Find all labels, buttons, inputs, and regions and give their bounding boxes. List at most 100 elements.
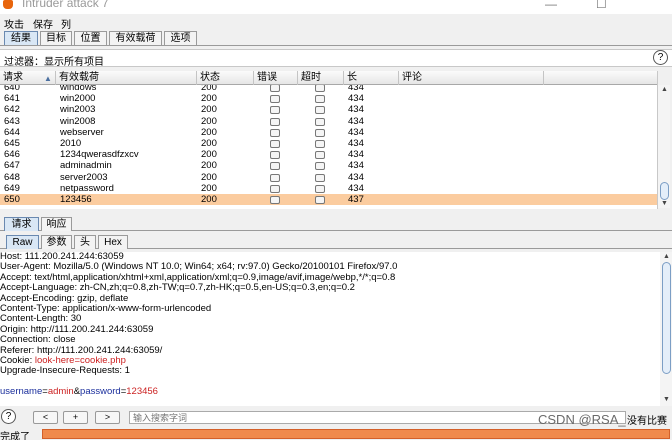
status-bar: 完成了 — [0, 428, 672, 440]
col-payload[interactable]: 有效载荷 — [56, 71, 197, 85]
timeout-checkbox — [315, 85, 325, 92]
table-row[interactable]: 643 win2008 200 434 — [0, 115, 657, 127]
tab-raw[interactable]: Raw — [6, 235, 39, 249]
cell-status: 200 — [201, 115, 217, 127]
scroll-down-icon[interactable]: ▼ — [661, 200, 668, 207]
minimize-button[interactable]: — — [545, 0, 557, 11]
tab-positions[interactable]: 位置 — [74, 31, 107, 45]
table-row[interactable]: 640 windows 200 434 — [0, 85, 657, 93]
table-row[interactable]: 648 server2003 200 434 — [0, 171, 657, 183]
cell-status: 200 — [201, 149, 217, 161]
error-checkbox — [270, 85, 280, 92]
error-checkbox — [270, 196, 280, 204]
tab-response[interactable]: 响应 — [41, 217, 72, 231]
timeout-checkbox — [315, 184, 325, 193]
table-row[interactable]: 646 1234qwerasdfzxcv 200 434 — [0, 149, 657, 161]
body-username-key: username — [0, 386, 43, 398]
tab-params[interactable]: 参数 — [41, 235, 72, 249]
tab-request[interactable]: 请求 — [4, 217, 39, 231]
timeout-checkbox — [315, 173, 325, 182]
cell-status: 200 — [201, 160, 217, 172]
tab-hex[interactable]: Hex — [98, 235, 128, 249]
cell-request-id: 649 — [4, 182, 20, 194]
table-row[interactable]: 642 win2003 200 434 — [0, 104, 657, 116]
table-row[interactable]: 647 adminadmin 200 434 — [0, 160, 657, 172]
results-tab-bar: 结果 目标 位置 有效载荷 选项 — [0, 30, 672, 46]
add-button[interactable]: + — [63, 411, 88, 424]
cookie-key: Cookie: — [0, 355, 35, 366]
tab-payloads[interactable]: 有效载荷 — [109, 31, 162, 45]
cell-length: 434 — [348, 104, 364, 116]
menu-columns[interactable]: 列 — [61, 16, 71, 31]
table-body: 640 windows 200 434 641 win2000 200 434 642 win20… — [0, 85, 657, 209]
cell-payload: windows — [60, 85, 97, 93]
cell-payload: 123456 — [60, 194, 92, 205]
filter-help-icon[interactable]: ? — [653, 50, 668, 65]
timeout-checkbox — [315, 128, 325, 137]
error-checkbox — [270, 184, 280, 193]
table-row[interactable]: 645 2010 200 434 — [0, 138, 657, 149]
status-text: 完成了 — [0, 432, 30, 440]
search-help-icon[interactable]: ? — [1, 409, 16, 424]
scroll-down-icon[interactable]: ▼ — [663, 396, 670, 403]
table-row[interactable]: 649 netpassword 200 434 — [0, 182, 657, 194]
col-request[interactable]: 请求 ▲ — [0, 71, 56, 85]
cell-length: 434 — [348, 149, 364, 161]
cell-status: 200 — [201, 138, 217, 149]
next-match-button[interactable]: > — [95, 411, 120, 424]
cell-request-id: 644 — [4, 126, 20, 138]
raw-request-editor[interactable]: Host: 111.200.241.244:63059 User-Agent: … — [0, 252, 660, 406]
table-scrollbar[interactable]: ▲ ▼ — [658, 85, 670, 208]
window-title: Intruder attack 7 — [22, 0, 109, 10]
prev-match-button[interactable]: < — [33, 411, 58, 424]
cell-status: 200 — [201, 104, 217, 116]
cell-request-id: 643 — [4, 115, 20, 127]
cell-payload: server2003 — [60, 171, 108, 183]
table-row[interactable]: 650 123456 200 437 — [0, 194, 657, 205]
timeout-checkbox — [315, 117, 325, 126]
error-checkbox — [270, 95, 280, 104]
cell-status: 200 — [201, 85, 217, 93]
cell-payload: win2008 — [60, 115, 96, 127]
cell-status: 200 — [201, 194, 217, 205]
cell-length: 434 — [348, 160, 364, 172]
maximize-button[interactable]: ☐ — [596, 0, 607, 11]
tab-headers[interactable]: 头 — [74, 235, 96, 249]
filter-bar[interactable]: 过滤器：显示所有项目 — [0, 49, 672, 68]
cell-length: 434 — [348, 171, 364, 183]
request-scroll-thumb[interactable] — [662, 262, 671, 374]
col-length[interactable]: 长 — [344, 71, 399, 85]
table-row[interactable]: 644 webserver 200 434 — [0, 126, 657, 138]
col-error[interactable]: 错误 — [254, 71, 298, 85]
request-scrollbar[interactable]: ▲ ▼ — [660, 252, 672, 406]
col-timeout[interactable]: 超时 — [298, 71, 344, 85]
sort-asc-icon: ▲ — [44, 74, 52, 83]
menu-attack[interactable]: 攻击 — [4, 16, 24, 31]
timeout-checkbox — [315, 140, 325, 148]
body-username-value: admin — [47, 386, 74, 398]
tab-results[interactable]: 结果 — [4, 31, 38, 45]
table-row[interactable]: 641 win2000 200 434 — [0, 93, 657, 105]
header-origin: Origin: http://111.200.241.244:63059 — [0, 323, 154, 335]
cell-status: 200 — [201, 182, 217, 194]
tab-target[interactable]: 目标 — [40, 31, 72, 45]
burp-app-icon — [3, 0, 13, 9]
menu-save[interactable]: 保存 — [33, 16, 53, 31]
cell-status: 200 — [201, 126, 217, 138]
header-upgrade: Upgrade-Insecure-Requests: 1 — [0, 365, 130, 377]
scroll-up-icon[interactable]: ▲ — [661, 86, 668, 93]
cell-request-id: 647 — [4, 160, 20, 172]
cell-request-id: 641 — [4, 93, 20, 105]
col-status[interactable]: 状态 — [197, 71, 254, 85]
cell-request-id: 640 — [4, 85, 20, 93]
cell-length: 434 — [348, 85, 364, 93]
error-checkbox — [270, 106, 280, 115]
error-checkbox — [270, 162, 280, 171]
col-comment[interactable]: 评论 — [399, 71, 544, 85]
cell-length: 434 — [348, 126, 364, 138]
cell-request-id: 642 — [4, 104, 20, 116]
scroll-up-icon[interactable]: ▲ — [663, 253, 670, 260]
filter-label[interactable]: 过滤器：显示所有项目 — [4, 53, 104, 68]
table-scroll-thumb[interactable] — [660, 182, 669, 200]
tab-options[interactable]: 选项 — [164, 31, 197, 45]
